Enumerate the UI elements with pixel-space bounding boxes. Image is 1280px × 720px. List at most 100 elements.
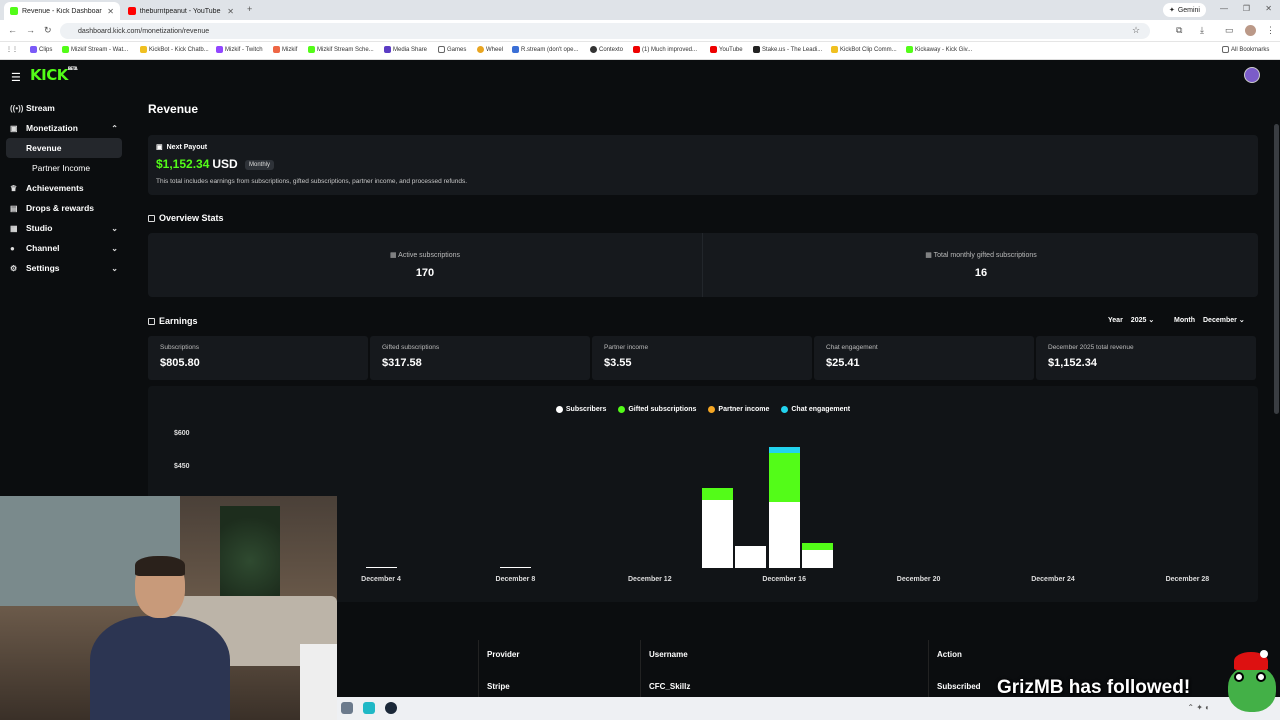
sidebar-item-studio[interactable]: ▦ Studio ⌄ [0,218,130,238]
sidebar-item-achievements[interactable]: ♛ Achievements [0,178,130,198]
month-value: December [1203,317,1237,324]
bookmark-folder[interactable]: Games [438,46,466,53]
bar-segment-subscribers[interactable] [735,546,767,568]
earnings-title: Earnings [148,316,198,326]
apps-icon[interactable]: ⋮⋮ [6,46,18,53]
sidebar-subitem-partner-income[interactable]: Partner Income [6,158,122,178]
app-icon[interactable] [363,702,375,714]
close-tab-icon[interactable]: ✕ [227,7,234,16]
hamburger-menu-icon[interactable]: ☰ [11,71,21,84]
x-tick-label: December 20 [896,576,941,583]
earnings-card-label: December 2025 total revenue [1048,344,1134,351]
tab-revenue[interactable]: Revenue - Kick Dashboard ✕ [4,2,120,20]
earnings-card-value: $805.80 [160,357,200,369]
earnings-card-gifted: Gifted subscriptions $317.58 [370,336,590,380]
legend-item[interactable]: Partner income [708,406,769,413]
bookmark-item[interactable]: Mizkif - Twitch [216,46,263,53]
overview-stats-title: Overview Stats [148,213,224,223]
bookmark-item[interactable]: Wheel [477,46,503,53]
bar-segment-chat-engagement[interactable] [768,447,800,453]
kick-logo[interactable]: KICKBETA [30,66,78,84]
bar-segment-gifted-subscriptions[interactable] [701,487,733,500]
x-tick-label: December 12 [628,576,672,583]
all-bookmarks-folder[interactable]: All Bookmarks [1222,46,1269,53]
bookmark-item[interactable]: KickBot Clip Comm... [831,46,897,53]
steam-icon[interactable] [385,702,397,714]
sidebar-item-label: Drops & rewards [26,203,95,213]
sidebar-item-drops[interactable]: ▤ Drops & rewards [0,198,130,218]
gift-icon: ▤ [10,203,18,213]
legend-item[interactable]: Gifted subscriptions [618,406,696,413]
bookmark-item[interactable]: Kickaway - Kick Giv... [906,46,972,53]
table-cell: Subscribed [937,682,981,691]
sidebar-item-settings[interactable]: ⚙ Settings ⌄ [0,258,130,278]
sidebar: ((•)) Stream ▣ Monetization ⌃ Revenue Partn… [0,98,130,278]
film-icon: ▦ [10,223,18,233]
chart-legend: Subscribers Gifted subscriptions Partner… [148,406,1258,413]
maximize-icon[interactable]: ❐ [1243,4,1250,13]
bookmark-item[interactable]: (1) Much improved... [633,46,697,53]
minimize-icon[interactable]: — [1220,4,1228,13]
bookmark-item[interactable]: YouTube [710,46,743,53]
back-icon[interactable]: ← [8,25,17,35]
address-bar: ← → ↻ dashboard.kick.com/monetization/re… [0,20,1280,42]
chevron-down-icon: ⌄ [1148,317,1155,324]
legend-item[interactable]: Subscribers [555,406,606,413]
forward-icon[interactable]: → [26,25,35,35]
sidebar-item-stream[interactable]: ((•)) Stream [0,98,130,118]
tray-icons[interactable]: ⌃ ✦ ◐ [1187,703,1210,712]
bar-segment-subscribers[interactable] [499,567,531,568]
bar-segment-subscribers[interactable] [701,499,733,568]
sidebar-item-label: Settings [26,263,60,273]
sidebar-subitem-revenue[interactable]: Revenue [6,138,122,158]
column-header: Provider [487,650,520,659]
bookmark-item[interactable]: R.stream (don't ope... [512,46,579,53]
sidebar-item-channel[interactable]: ● Channel ⌄ [0,238,130,258]
bookmark-item[interactable]: Mizkif [273,46,297,53]
bar-segment-subscribers[interactable] [365,567,397,568]
bar-segment-gifted-subscriptions[interactable] [768,452,800,502]
month-select[interactable]: Month December ⌄ [1174,316,1245,324]
divider [928,640,929,700]
profile-avatar[interactable] [1245,25,1256,36]
sidebar-item-label: Monetization [26,123,78,133]
page-scrollbar[interactable] [1274,124,1279,414]
sidebar-item-monetization[interactable]: ▣ Monetization ⌃ [0,118,130,138]
stat-label: Active subscriptions [398,252,461,259]
sidebar-item-label: Studio [26,223,53,233]
close-tab-icon[interactable]: ✕ [107,7,114,16]
earnings-card-chat: Chat engagement $25.41 [814,336,1034,380]
gear-icon: ⚙ [10,263,18,273]
sidebar-item-label: Achievements [26,183,84,193]
reload-icon[interactable]: ↻ [44,25,52,36]
gemini-label: Gemini [1177,6,1200,14]
bookmark-item[interactable]: Stake.us - The Leadi... [753,46,822,53]
bookmark-item[interactable]: Media Share [384,46,427,53]
bar-segment-subscribers[interactable] [768,502,800,568]
user-avatar[interactable] [1244,67,1260,83]
legend-item[interactable]: Chat engagement [781,406,850,413]
edge-icon[interactable] [341,702,353,714]
new-tab-icon[interactable]: + [247,4,252,14]
bookmark-item[interactable]: KickBot - Kick Chatb... [140,46,209,53]
tab-youtube[interactable]: theburntpeanut - YouTube ✕ [122,2,240,20]
star-icon[interactable]: ☆ [1132,25,1140,36]
gemini-button[interactable]: ✦ Gemini [1162,3,1206,17]
extensions-icon[interactable]: ⧉ [1176,25,1182,36]
sidepanel-icon[interactable]: ▭ [1225,25,1234,36]
year-select[interactable]: Year 2025 ⌄ [1108,316,1154,324]
download-icon[interactable]: ⤓ [1200,25,1204,36]
close-window-icon[interactable]: ✕ [1265,4,1272,13]
menu-dots-icon[interactable]: ⋮ [1266,25,1275,36]
bookmark-item[interactable]: Mizkif Stream Sche... [308,46,374,53]
y-tick-label: $600 [174,430,190,437]
bookmark-item[interactable]: Mizkif Stream - Wat... [62,46,128,53]
overview-stats-card: ▦ Active subscriptions 170 ▦ Total month… [148,233,1258,297]
bookmark-item[interactable]: Contexto [590,46,623,53]
active-subscriptions-stat: ▦ Active subscriptions 170 [148,233,702,297]
bookmark-item[interactable]: Clips [30,46,52,53]
url-field[interactable]: dashboard.kick.com/monetization/revenue [60,23,1150,39]
bar-segment-subscribers[interactable] [802,550,834,568]
earnings-card-value: $1,152.34 [1048,357,1097,369]
bar-segment-gifted-subscriptions[interactable] [802,542,834,551]
